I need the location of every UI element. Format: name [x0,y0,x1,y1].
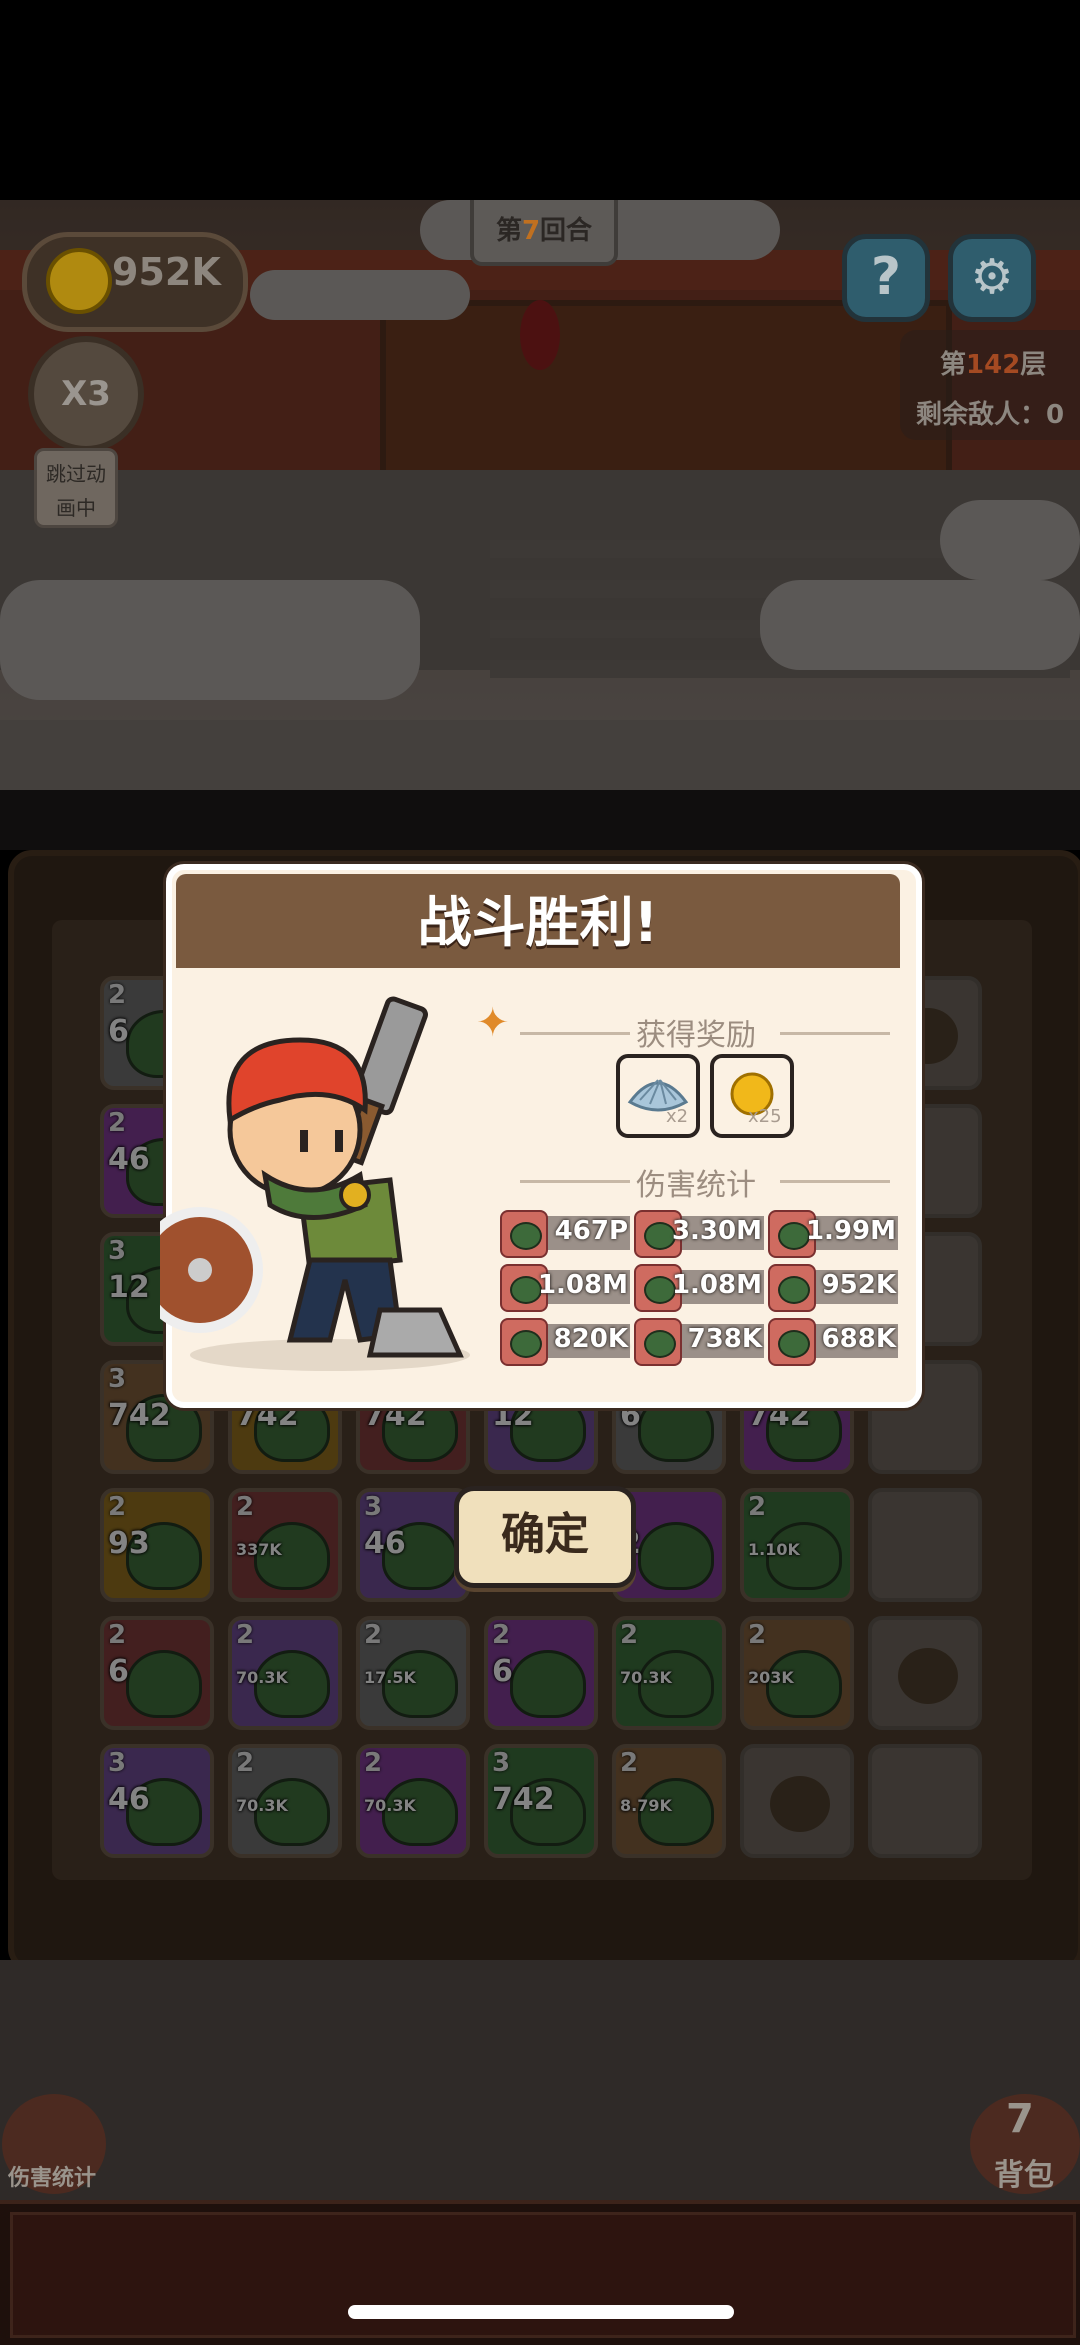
coin-amount: 952K [112,250,221,294]
unit-icon [768,1318,816,1366]
damage-value: 820K [553,1324,628,1354]
round-number: 7 [521,216,541,246]
slime-icon [778,1276,810,1304]
damage-value: 952K [821,1270,896,1300]
damage-value: 1.08M [671,1270,762,1300]
reward-qty-coin: x25 [748,1106,782,1127]
gear-icon: ⚙ [970,249,1014,305]
confirm-button[interactable]: 确定 [454,1486,636,1588]
damage-value: 688K [821,1324,896,1354]
coin-icon [46,248,112,314]
reward-qty-shell: x2 [666,1106,689,1127]
damage-entry: 1.08M [500,1264,630,1312]
divider [520,1180,630,1183]
skip-label-line1: 跳过动 [46,462,106,486]
home-indicator[interactable] [348,2305,734,2319]
divider [520,1032,630,1035]
damage-row: 1.08M 1.08M 952K [500,1264,904,1312]
remaining-enemies: 剩余敌人：0 [916,400,1065,430]
floor-indicator: 第142层 [940,344,1046,381]
slime-icon [510,1222,542,1250]
damage-row: 820K 738K 688K [500,1318,904,1366]
round-prefix: 第 [495,216,522,246]
damage-entry: 1.99M [768,1210,898,1258]
damage-entry: 1.08M [634,1264,764,1312]
help-button[interactable]: ? [842,234,930,322]
round-suffix: 回合 [540,216,593,246]
round-indicator: 第7回合 [470,200,618,266]
damage-value: 738K [687,1324,762,1354]
floor-number: 142 [966,350,1021,380]
damage-stats-label: 伤害统计 [8,2166,97,2191]
damage-entry: 738K [634,1318,764,1366]
slime-icon [644,1330,676,1358]
damage-value: 3.30M [671,1216,762,1246]
floor-suffix: 层 [1020,350,1047,380]
backpack-label: 背包 [994,2158,1054,2193]
slime-icon [778,1330,810,1358]
question-icon: ? [870,247,902,307]
damage-value: 1.99M [805,1216,896,1246]
bottom-panel [10,2212,1076,2338]
damage-value: 1.08M [537,1270,628,1300]
unit-icon [634,1318,682,1366]
hero-character [160,996,470,1371]
unit-icon [768,1264,816,1312]
damage-entry: 688K [768,1318,898,1366]
divider [780,1180,890,1183]
backpack-count: 7 [1006,2096,1034,2142]
damage-title: 伤害统计 [636,1168,756,1203]
bottom-area [0,1960,1080,2200]
speed-x3-button[interactable]: X3 [28,336,144,452]
sparkle-icon: ✦ [476,1000,510,1046]
skip-label-line2: 画中 [56,496,96,520]
dialog-title: 战斗胜利! [417,891,659,954]
rewards-title: 获得奖励 [636,1018,756,1053]
speed-label: X3 [61,374,111,414]
divider [780,1032,890,1035]
floor-prefix: 第 [940,350,967,380]
damage-value: 467P [554,1216,628,1246]
damage-row: 467P 3.30M 1.99M [500,1210,904,1258]
slime-icon [510,1330,542,1358]
settings-button[interactable]: ⚙ [948,234,1036,322]
damage-entry: 3.30M [634,1210,764,1258]
unit-icon [500,1318,548,1366]
damage-entry: 467P [500,1210,630,1258]
status-bar-area [0,0,1080,200]
confirm-label: 确定 [501,1509,589,1560]
skip-animation-button[interactable]: 跳过动 画中 [34,448,118,528]
damage-entry: 820K [500,1318,630,1366]
unit-icon [500,1210,548,1258]
damage-entry: 952K [768,1264,898,1312]
